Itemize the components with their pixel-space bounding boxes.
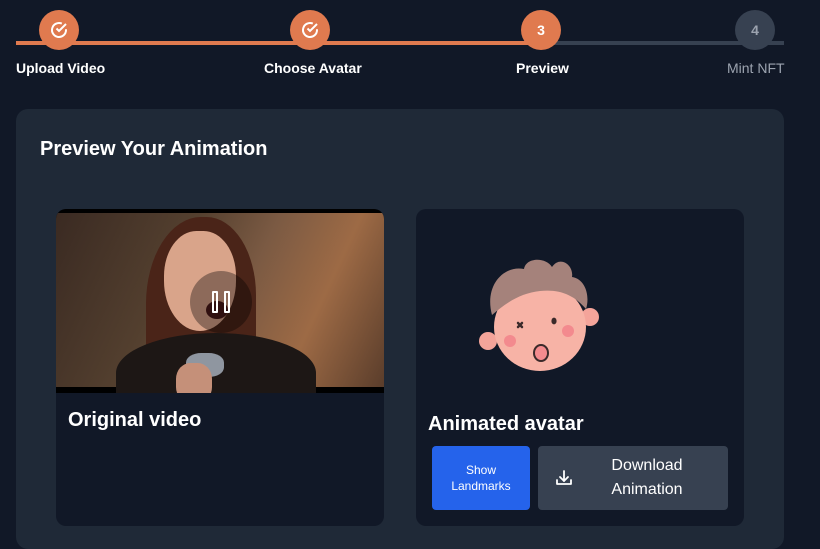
video-player[interactable]: [56, 209, 384, 393]
download-icon: [556, 470, 572, 485]
original-video-card: Original video: [56, 209, 384, 526]
animated-avatar-card: Animated avatar Show Landmarks Download …: [416, 209, 744, 526]
step-label: Upload Video: [16, 60, 106, 76]
avatar-face-icon: [479, 259, 599, 371]
download-animation-button[interactable]: Download Animation: [538, 446, 728, 510]
step-number: 4: [735, 10, 775, 50]
step-label: Preview: [516, 60, 569, 76]
download-animation-label: Download Animation: [611, 457, 683, 498]
video-hand: [176, 363, 212, 393]
check-circle-icon: [39, 10, 79, 50]
progress-stepper: Upload Video Choose Avatar 3 Preview 4 M…: [16, 0, 785, 90]
stepper-track: [16, 41, 784, 45]
step-label: Choose Avatar: [264, 60, 362, 76]
pause-bar: [224, 291, 230, 313]
pause-bar: [212, 291, 218, 313]
animated-avatar-label: Animated avatar: [428, 413, 584, 435]
show-landmarks-button[interactable]: Show Landmarks: [432, 446, 530, 510]
pause-icon[interactable]: [190, 271, 252, 333]
preview-panel: Preview Your Animation Original video An…: [16, 109, 784, 549]
original-video-label: Original video: [68, 409, 202, 431]
step-number: 3: [521, 10, 561, 50]
step-label: Mint NFT: [727, 60, 785, 76]
stepper-track-fill: [16, 41, 546, 45]
check-circle-icon: [290, 10, 330, 50]
panel-title: Preview Your Animation: [40, 138, 268, 160]
